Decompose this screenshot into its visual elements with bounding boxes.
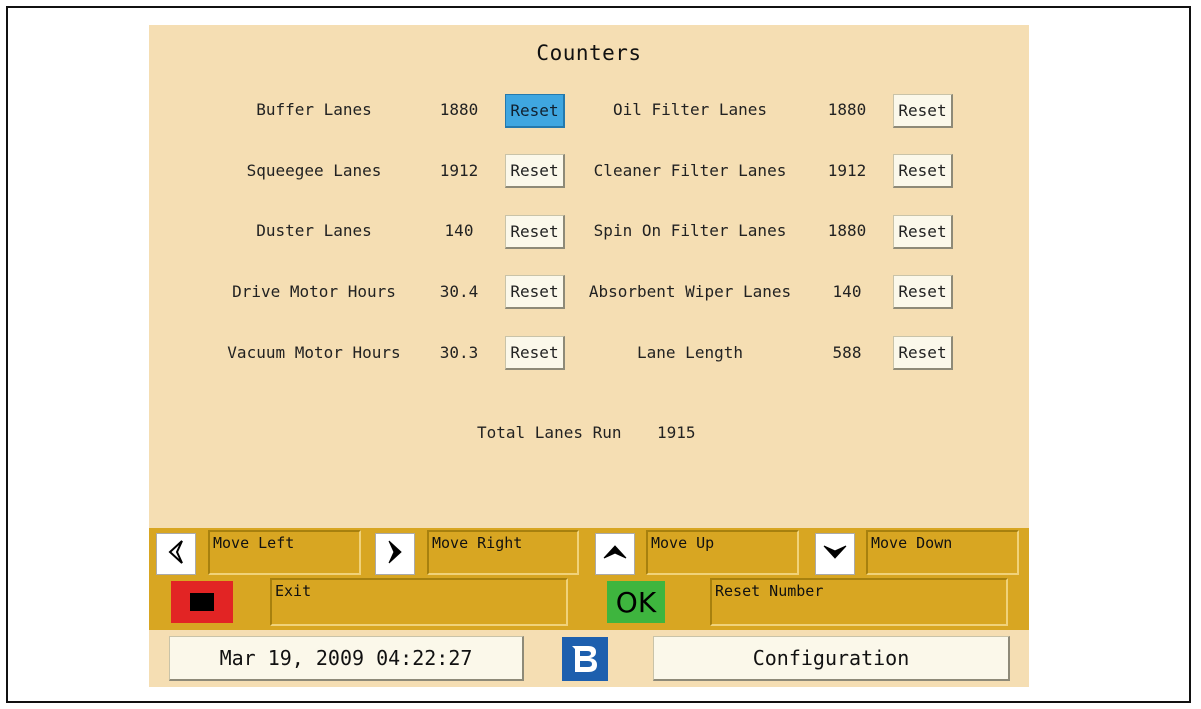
exit-label: Exit: [270, 578, 568, 626]
counter-value: 30.4: [439, 282, 479, 301]
reset-cleaner-filter-lanes-button[interactable]: Reset: [893, 154, 953, 188]
reset-vacuum-motor-hours-button[interactable]: Reset: [505, 336, 565, 370]
counter-label: Lane Length: [637, 343, 743, 362]
move-up-button[interactable]: [595, 533, 635, 575]
page-title: Counters: [536, 41, 642, 65]
counter-label: Vacuum Motor Hours: [227, 343, 401, 362]
total-lanes-value: 1915: [657, 423, 696, 442]
move-up-label: Move Up: [646, 530, 799, 575]
counter-value: 140: [832, 282, 862, 301]
counter-value: 1880: [439, 100, 479, 119]
move-left-button[interactable]: [156, 533, 196, 575]
counter-value: 1912: [439, 161, 479, 180]
logo-icon: [572, 646, 597, 672]
reset-number-label: Reset Number: [710, 578, 1008, 626]
counter-value: 30.3: [439, 343, 479, 362]
reset-absorbent-wiper-lanes-button[interactable]: Reset: [893, 275, 953, 309]
reset-oil-filter-lanes-button[interactable]: Reset: [893, 94, 953, 128]
stop-icon: [190, 593, 214, 611]
total-lanes-label: Total Lanes Run: [477, 423, 622, 442]
counter-value: 588: [832, 343, 862, 362]
move-right-label: Move Right: [427, 530, 579, 575]
arrow-right-icon: [386, 539, 404, 569]
counter-label: Buffer Lanes: [256, 100, 372, 119]
brand-logo: [562, 637, 608, 681]
ok-button[interactable]: OK: [607, 581, 665, 623]
move-left-label: Move Left: [208, 530, 361, 575]
counter-label: Cleaner Filter Lanes: [593, 161, 787, 180]
configuration-button[interactable]: Configuration: [653, 636, 1010, 681]
exit-button[interactable]: [171, 581, 233, 623]
arrow-left-icon: [167, 539, 185, 569]
counter-label: Squeegee Lanes: [246, 161, 382, 180]
reset-spin-on-filter-lanes-button[interactable]: Reset: [893, 215, 953, 249]
reset-drive-motor-hours-button[interactable]: Reset: [505, 275, 565, 309]
counter-label: Spin On Filter Lanes: [593, 221, 787, 240]
arrow-down-icon: [822, 543, 848, 565]
move-down-label: Move Down: [866, 530, 1019, 575]
counter-label: Absorbent Wiper Lanes: [588, 282, 792, 301]
reset-buffer-lanes-button[interactable]: Reset: [505, 94, 565, 128]
datetime-display: Mar 19, 2009 04:22:27: [169, 636, 524, 681]
reset-squeegee-lanes-button[interactable]: Reset: [505, 154, 565, 188]
counter-value: 1912: [827, 161, 867, 180]
counter-value: 1880: [827, 221, 867, 240]
counter-label: Duster Lanes: [256, 221, 372, 240]
move-down-button[interactable]: [815, 533, 855, 575]
counter-label: Oil Filter Lanes: [612, 100, 768, 119]
reset-duster-lanes-button[interactable]: Reset: [505, 215, 565, 249]
counters-panel: Counters Buffer Lanes 1880 Reset Squeege…: [149, 25, 1029, 687]
counter-value: 1880: [827, 100, 867, 119]
arrow-up-icon: [602, 543, 628, 565]
reset-lane-length-button[interactable]: Reset: [893, 336, 953, 370]
counter-label: Drive Motor Hours: [232, 282, 396, 301]
move-right-button[interactable]: [375, 533, 415, 575]
counter-value: 140: [444, 221, 474, 240]
